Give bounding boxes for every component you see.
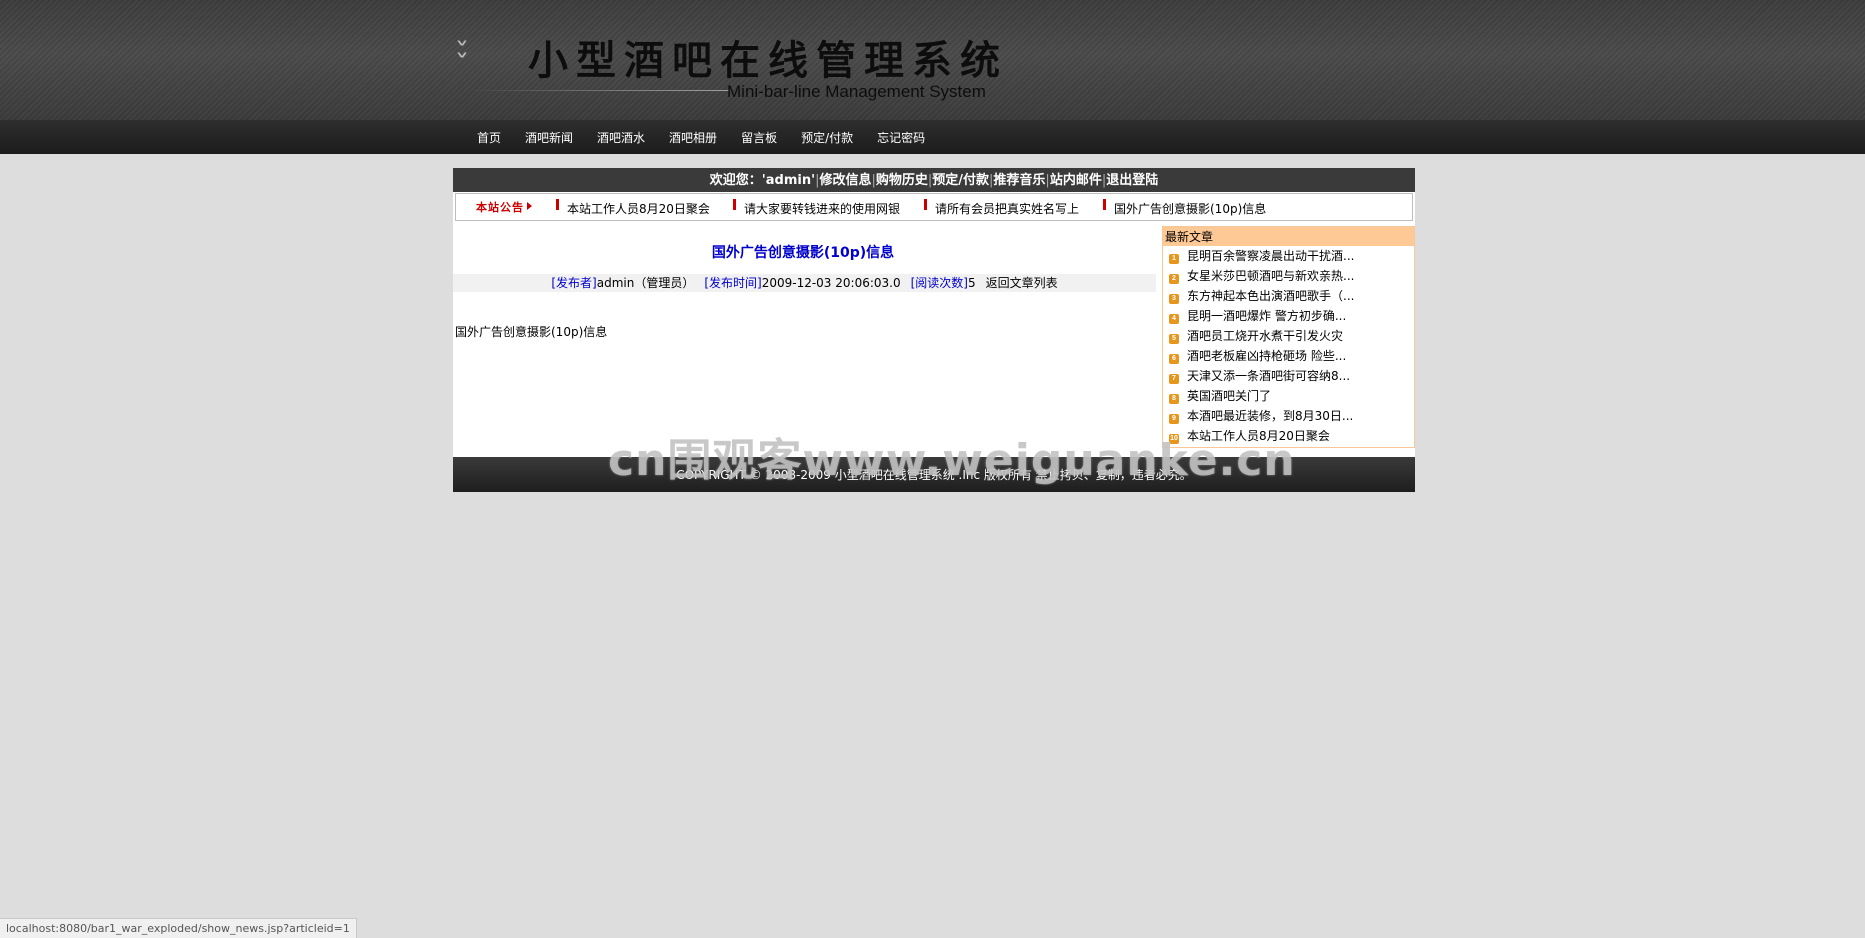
number-badge-icon: 1 [1169, 254, 1179, 264]
notice-item[interactable]: 本站工作人员8月20日聚会 [556, 199, 710, 217]
nav-item-booking[interactable]: 预定/付款 [789, 120, 865, 154]
publisher-label: [发布者] [551, 276, 597, 290]
site-mail-link[interactable]: 站内邮件 [1050, 173, 1102, 188]
latest-articles-list: 1 昆明百余警察凌晨出动干扰酒... 2 女星米莎巴顿酒吧与新欢亲热... 3 东方神… [1163, 246, 1414, 446]
number-badge-icon: 3 [1169, 294, 1179, 304]
list-item[interactable]: 9 本酒吧最近装修，到8月30日... [1163, 406, 1414, 426]
chevron-down-icon: ˅ ˅ [454, 38, 470, 74]
view-count-value: 5 [967, 276, 976, 290]
nav-item-news[interactable]: 酒吧新闻 [513, 120, 585, 154]
recommend-music-link[interactable]: 推荐音乐 [993, 173, 1045, 188]
list-item[interactable]: 1 昆明百余警察凌晨出动干扰酒... [1163, 246, 1414, 266]
site-footer: COPYRIGHT © 2008-2009 小型酒吧在线管理系统 .Inc 版权… [453, 457, 1415, 492]
back-to-list-link[interactable]: 返回文章列表 [986, 276, 1058, 290]
number-badge-icon: 2 [1169, 274, 1179, 284]
list-item[interactable]: 6 酒吧老板雇凶持枪砸场 险些... [1163, 346, 1414, 366]
notice-item[interactable]: 请所有会员把真实姓名写上 [924, 199, 1079, 217]
list-item[interactable]: 3 东方神起本色出演酒吧歌手（... [1163, 286, 1414, 306]
booking-payment-link[interactable]: 预定/付款 [932, 173, 989, 188]
number-badge-icon: 4 [1169, 314, 1179, 324]
latest-articles-panel: 最新文章 1 昆明百余警察凌晨出动干扰酒... 2 女星米莎巴顿酒吧与新欢亲热...… [1162, 226, 1415, 448]
notice-label: 本站公告 [476, 201, 532, 214]
nav-item-album[interactable]: 酒吧相册 [657, 120, 729, 154]
notice-item[interactable]: 国外广告创意摄影(10p)信息 [1103, 199, 1266, 217]
purchase-history-link[interactable]: 购物历史 [876, 173, 928, 188]
nav-item-drinks[interactable]: 酒吧酒水 [585, 120, 657, 154]
notice-marker-icon [1103, 199, 1106, 210]
number-badge-icon: 5 [1169, 334, 1179, 344]
notice-marker-icon [556, 199, 559, 210]
site-subtitle: Mini-bar-line Management System [727, 82, 986, 101]
notice-marker-icon [924, 199, 927, 210]
user-bar: 欢迎您：'admin'|修改信息|购物历史|预定/付款|推荐音乐|站内邮件|退出… [453, 168, 1415, 192]
site-title: 小型酒吧在线管理系统 [528, 37, 1008, 84]
notice-item[interactable]: 请大家要转钱进来的使用网银 [733, 199, 900, 217]
list-item[interactable]: 2 女星米莎巴顿酒吧与新欢亲热... [1163, 266, 1414, 286]
article-title: 国外广告创意摄影(10p)信息 [711, 245, 895, 261]
nav-list: 首页 酒吧新闻 酒吧酒水 酒吧相册 留言板 预定/付款 忘记密码 [465, 120, 937, 154]
number-badge-icon: 6 [1169, 354, 1179, 364]
list-item[interactable]: 4 昆明一酒吧爆炸 警方初步确... [1163, 306, 1414, 326]
view-count-label: [阅读次数] [910, 276, 968, 290]
logo-divider [464, 90, 729, 91]
edit-info-link[interactable]: 修改信息 [819, 173, 871, 188]
number-badge-icon: 8 [1169, 394, 1179, 404]
number-badge-icon: 10 [1169, 434, 1179, 444]
welcome-text: 欢迎您：'admin' [709, 173, 816, 188]
status-bar-url: localhost:8080/bar1_war_exploded/show_ne… [0, 918, 357, 938]
site-header: ˅ ˅ 小型酒吧在线管理系统 Mini-bar-line Management S… [0, 0, 1865, 121]
nav-item-home[interactable]: 首页 [465, 120, 513, 154]
notice-bar: 本站公告 本站工作人员8月20日聚会 请大家要转钱进来的使用网银 请所有会员把真… [455, 193, 1413, 221]
number-badge-icon: 9 [1169, 414, 1179, 424]
publisher-value: admin（管理员） [596, 276, 695, 290]
latest-articles-header: 最新文章 [1163, 227, 1414, 246]
list-item[interactable]: 7 天津又添一条酒吧街可容纳8... [1163, 366, 1414, 386]
article-body: 国外广告创意摄影(10p)信息 [455, 325, 608, 339]
list-item[interactable]: 5 酒吧员工烧开水煮干引发火灾 [1163, 326, 1414, 346]
list-item[interactable]: 10 本站工作人员8月20日聚会 [1163, 426, 1414, 446]
main-content: 欢迎您：'admin'|修改信息|购物历史|预定/付款|推荐音乐|站内邮件|退出… [453, 168, 1415, 491]
notice-marker-icon [733, 199, 736, 210]
nav-item-guestbook[interactable]: 留言板 [729, 120, 789, 154]
article-meta: [发布者]admin（管理员） [发布时间]2009-12-03 20:06:03… [453, 274, 1156, 292]
publish-time-label: [发布时间] [704, 276, 762, 290]
logout-link[interactable]: 退出登陆 [1106, 173, 1158, 188]
list-item[interactable]: 8 英国酒吧关门了 [1163, 386, 1414, 406]
main-nav: 首页 酒吧新闻 酒吧酒水 酒吧相册 留言板 预定/付款 忘记密码 [0, 120, 1865, 154]
nav-item-forgot-password[interactable]: 忘记密码 [865, 120, 937, 154]
number-badge-icon: 7 [1169, 374, 1179, 384]
publish-time-value: 2009-12-03 20:06:03.0 [761, 276, 901, 290]
